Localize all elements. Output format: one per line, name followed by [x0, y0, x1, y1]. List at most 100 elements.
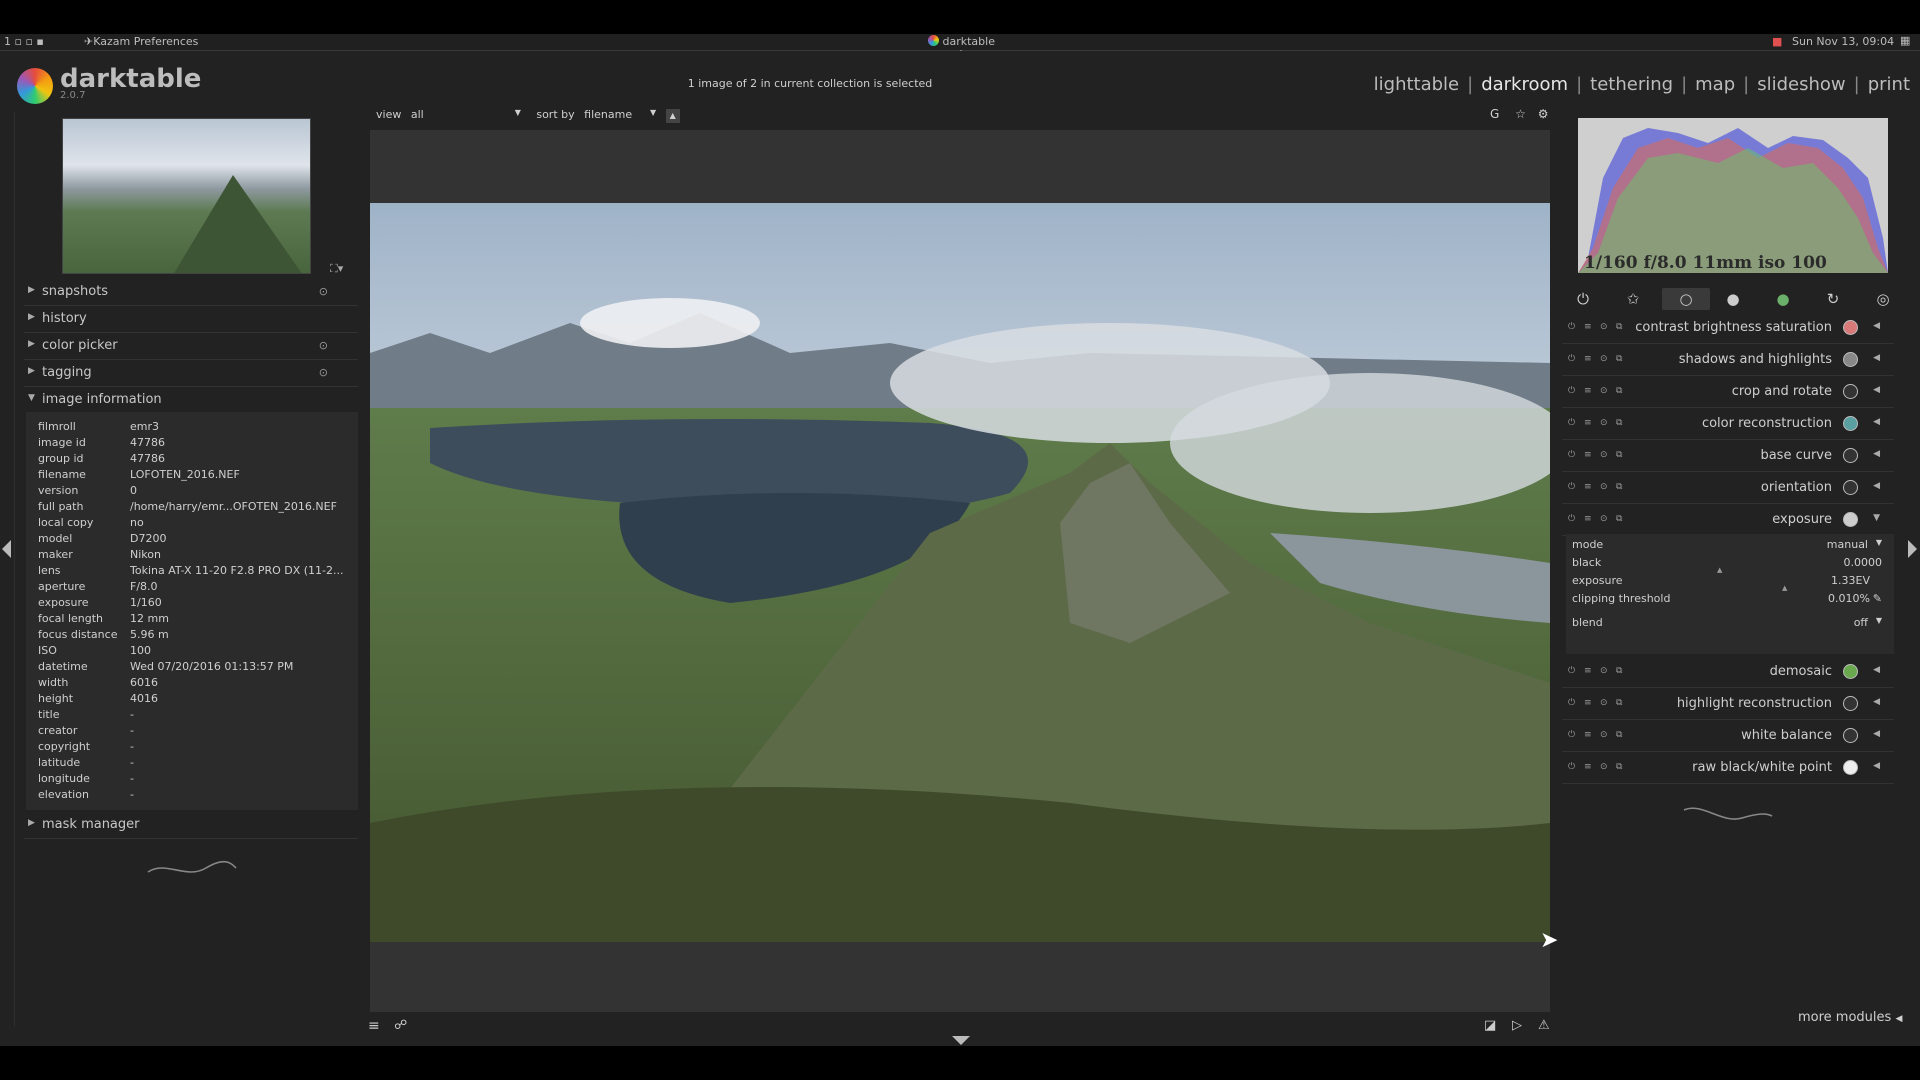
power-icon[interactable]: ⏻ — [1568, 514, 1575, 524]
power-icon[interactable]: ⏻ — [1568, 354, 1575, 364]
module-crop-and-rotate[interactable]: ⏻ ≡ ⊙ ⧉ crop and rotate ◀ — [1562, 377, 1894, 408]
module-color-reconstruction[interactable]: ⏻ ≡ ⊙ ⧉ color reconstruction ◀ — [1562, 409, 1894, 440]
module-raw-black-white-point[interactable]: ⏻ ≡ ⊙ ⧉ raw black/white point ◀ — [1562, 753, 1894, 784]
correct-group-tab-icon[interactable]: ↻ — [1820, 288, 1846, 310]
module-white-balance[interactable]: ⏻ ≡ ⊙ ⧉ white balance ◀ — [1562, 721, 1894, 752]
mode-combobox[interactable]: mode manual ▼ — [1572, 538, 1882, 554]
power-icon[interactable]: ⏻ — [1568, 386, 1575, 396]
picker-icon[interactable]: ✎ — [1873, 592, 1882, 605]
expand-arrow-icon[interactable]: ◀ — [1873, 481, 1880, 491]
warning-icon[interactable]: ⚠ — [1538, 1018, 1550, 1033]
presets-icon[interactable]: ≡ — [1584, 698, 1592, 708]
expand-arrow-icon[interactable]: ◀ — [1873, 353, 1880, 363]
collapse-right-arrow-icon[interactable] — [1908, 540, 1917, 558]
effects-group-tab-icon[interactable]: ◎ — [1870, 288, 1896, 310]
star-icon[interactable]: ☆ — [1515, 107, 1526, 121]
clipping-threshold-slider[interactable]: clipping threshold 0.010% ✎ — [1572, 592, 1882, 608]
active-modules-tab-icon[interactable]: ⏻ — [1570, 288, 1596, 310]
multi-instance-icon[interactable]: ⧉ — [1616, 354, 1622, 364]
module-exposure[interactable]: ⏻ ≡ ⊙ ⧉ exposure ▼ — [1562, 505, 1894, 536]
histogram[interactable]: 1/160 f/8.0 11mm iso 100 — [1578, 118, 1888, 273]
section-snapshots[interactable]: ▶ snapshots ⊙ — [24, 279, 358, 306]
module-contrast-brightness-saturation[interactable]: ⏻ ≡ ⊙ ⧉ contrast brightness saturation ◀ — [1562, 313, 1894, 344]
darktable-window-button[interactable]: darktable — [928, 35, 995, 48]
black-slider[interactable]: black 0.0000 ▲ — [1572, 556, 1882, 574]
power-icon[interactable]: ⏻ — [1568, 666, 1575, 676]
multi-instance-icon[interactable]: ⧉ — [1616, 666, 1622, 676]
power-icon[interactable]: ⏻ — [1568, 322, 1575, 332]
power-icon[interactable]: ⏻ — [1568, 762, 1575, 772]
presets-icon[interactable]: ≡ — [1584, 730, 1592, 740]
view-map[interactable]: map — [1695, 74, 1735, 95]
sort-order-toggle[interactable]: ▲ — [665, 109, 680, 123]
section-mask-manager[interactable]: ▶ mask manager — [24, 812, 358, 839]
multi-instance-icon[interactable]: ⧉ — [1616, 386, 1622, 396]
view-lighttable[interactable]: lighttable — [1374, 74, 1459, 95]
module-base-curve[interactable]: ⏻ ≡ ⊙ ⧉ base curve ◀ — [1562, 441, 1894, 472]
sort-select[interactable]: filename ▼ — [584, 108, 656, 121]
module-orientation[interactable]: ⏻ ≡ ⊙ ⧉ orientation ◀ — [1562, 473, 1894, 504]
expand-arrow-icon[interactable]: ◀ — [1873, 417, 1880, 427]
reset-icon[interactable]: ⊙ — [1600, 322, 1608, 332]
section-history[interactable]: ▶ history — [24, 306, 358, 333]
presets-icon[interactable]: ≡ — [1584, 418, 1592, 428]
basic-group-tab-icon[interactable]: ○ — [1662, 288, 1710, 310]
blend-combobox[interactable]: blend off ▼ — [1572, 616, 1882, 632]
expand-arrow-icon[interactable]: ◀ — [1873, 321, 1880, 331]
styles-icon[interactable]: ☍ — [394, 1018, 407, 1033]
reset-icon[interactable]: ⊙ — [1600, 698, 1608, 708]
view-tethering[interactable]: tethering — [1590, 74, 1673, 95]
section-image-information[interactable]: ▼ image information — [24, 387, 358, 413]
reset-icon[interactable]: ⊙ — [1600, 386, 1608, 396]
multi-instance-icon[interactable]: ⧉ — [1616, 418, 1622, 428]
zoom-fit-icon[interactable]: ⛶▾ — [330, 262, 343, 276]
reset-icon[interactable]: ⊙ — [1600, 482, 1608, 492]
more-modules-button[interactable]: more modules ◀ — [1798, 1010, 1902, 1025]
view-slideshow[interactable]: slideshow — [1757, 74, 1845, 95]
reset-icon[interactable]: ⊙ — [1600, 762, 1608, 772]
collapse-bottom-arrow-icon[interactable] — [952, 1036, 970, 1045]
view-print[interactable]: print — [1868, 74, 1910, 95]
multi-instance-icon[interactable]: ⧉ — [1616, 450, 1622, 460]
presets-icon[interactable]: ≡ — [1584, 762, 1592, 772]
view-filter-select[interactable]: all ▼ — [411, 108, 521, 121]
navigation-thumbnail[interactable] — [62, 118, 311, 274]
expand-arrow-icon[interactable]: ◀ — [1873, 729, 1880, 739]
main-image[interactable] — [370, 203, 1550, 942]
reset-icon[interactable]: ⊙ — [1600, 666, 1608, 676]
multi-instance-icon[interactable]: ⧉ — [1616, 762, 1622, 772]
gamut-check-icon[interactable]: ▷ — [1512, 1018, 1522, 1033]
section-color-picker[interactable]: ▶ color picker ⊙ — [24, 333, 358, 360]
record-icon[interactable]: ■ — [1772, 35, 1782, 48]
exposure-slider[interactable]: exposure 1.33EV ▲ — [1572, 574, 1882, 592]
module-demosaic[interactable]: ⏻ ≡ ⊙ ⧉ demosaic ◀ — [1562, 657, 1894, 688]
tone-group-tab-icon[interactable]: ● — [1720, 288, 1746, 310]
grouping-button[interactable]: G — [1490, 107, 1499, 121]
reset-icon[interactable]: ⊙ — [1600, 730, 1608, 740]
gear-icon[interactable]: ⚙ — [1538, 107, 1549, 121]
multi-instance-icon[interactable]: ⧉ — [1616, 482, 1622, 492]
power-icon[interactable]: ⏻ — [1568, 482, 1575, 492]
presets-icon[interactable]: ≡ — [1584, 322, 1592, 332]
reset-icon[interactable]: ⊙ — [319, 339, 328, 352]
multi-instance-icon[interactable]: ⧉ — [1616, 698, 1622, 708]
expand-arrow-icon[interactable]: ◀ — [1873, 449, 1880, 459]
module-shadows-and-highlights[interactable]: ⏻ ≡ ⊙ ⧉ shadows and highlights ◀ — [1562, 345, 1894, 376]
reset-icon[interactable]: ⊙ — [1600, 418, 1608, 428]
reset-icon[interactable]: ⊙ — [1600, 450, 1608, 460]
power-icon[interactable]: ⏻ — [1568, 418, 1575, 428]
section-tagging[interactable]: ▶ tagging ⊙ — [24, 360, 358, 387]
color-group-tab-icon[interactable]: ● — [1770, 288, 1796, 310]
reset-icon[interactable]: ⊙ — [1600, 354, 1608, 364]
expand-arrow-icon[interactable]: ◀ — [1873, 665, 1880, 675]
softproof-icon[interactable]: ◪ — [1484, 1018, 1496, 1033]
reset-icon[interactable]: ⊙ — [319, 366, 328, 379]
presets-icon[interactable]: ≡ — [1584, 450, 1592, 460]
power-icon[interactable]: ⏻ — [1568, 730, 1575, 740]
expand-arrow-icon[interactable]: ◀ — [1873, 385, 1880, 395]
expand-arrow-icon[interactable]: ◀ — [1873, 697, 1880, 707]
collapse-left-arrow-icon[interactable] — [2, 540, 11, 558]
menu-icon[interactable]: ≡ — [368, 1018, 380, 1034]
presets-icon[interactable]: ≡ — [1584, 386, 1592, 396]
view-darkroom[interactable]: darkroom — [1481, 74, 1568, 95]
